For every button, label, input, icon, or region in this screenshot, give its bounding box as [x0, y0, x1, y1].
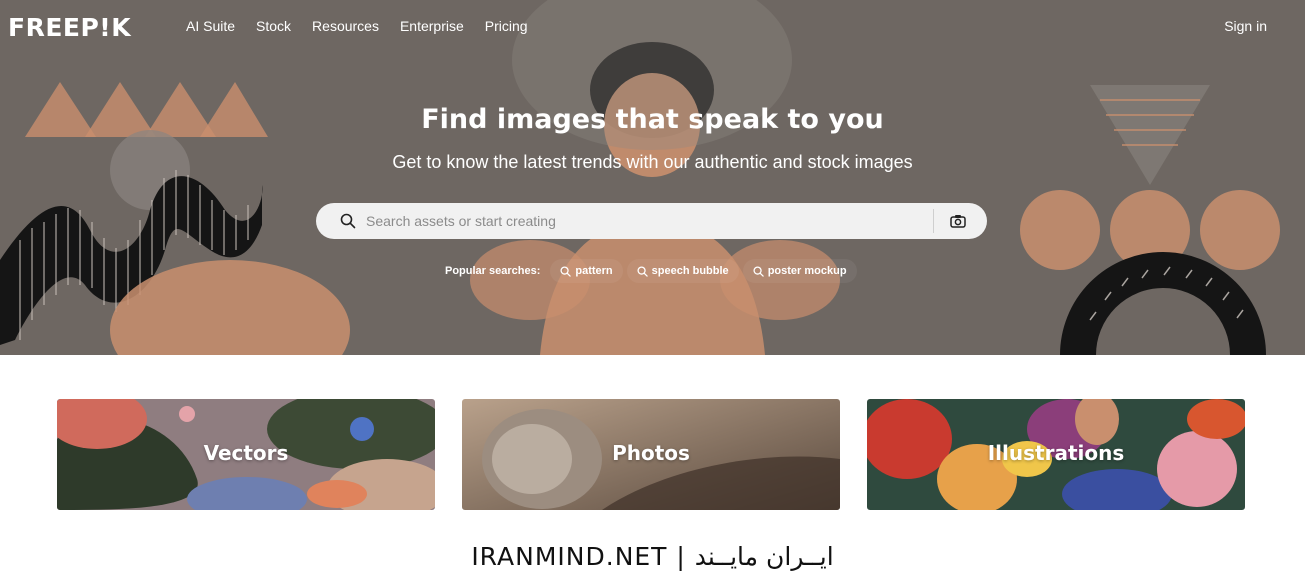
- camera-icon[interactable]: [949, 212, 967, 230]
- hero-section: FREEP!K AI Suite Stock Resources Enterpr…: [0, 0, 1305, 355]
- category-card-illustrations[interactable]: Illustrations: [867, 399, 1245, 510]
- search-input[interactable]: [366, 209, 926, 233]
- search-icon: [560, 265, 572, 277]
- search-icon: [340, 213, 356, 229]
- nav-links: AI Suite Stock Resources Enterprise Pric…: [186, 18, 528, 34]
- watermark-text: IRANMIND.NET | ایــران مایــند: [471, 542, 834, 571]
- category-card-vectors[interactable]: Vectors: [57, 399, 435, 510]
- nav-item-pricing[interactable]: Pricing: [485, 18, 528, 34]
- search-icon: [637, 265, 648, 277]
- nav-item-enterprise[interactable]: Enterprise: [400, 18, 464, 34]
- nav-item-stock[interactable]: Stock: [256, 18, 291, 34]
- freepik-logo[interactable]: FREEP!K: [8, 13, 131, 42]
- category-label: Illustrations: [987, 441, 1125, 465]
- category-card-photos[interactable]: Photos: [462, 399, 840, 510]
- sign-in-link[interactable]: Sign in: [1224, 18, 1267, 34]
- search-icon: [753, 265, 764, 277]
- nav-item-ai-suite[interactable]: AI Suite: [186, 18, 235, 34]
- nav-item-resources[interactable]: Resources: [312, 18, 379, 34]
- category-label: Vectors: [203, 441, 289, 465]
- category-label: Photos: [612, 441, 690, 465]
- chip-label: poster mockup: [767, 265, 847, 277]
- chip-label: pattern: [575, 265, 613, 277]
- popular-search-chip[interactable]: speech bubble: [626, 259, 739, 283]
- popular-search-chip[interactable]: pattern: [550, 259, 623, 283]
- popular-searches: Popular searches: pattern speech bubble …: [445, 259, 861, 283]
- search-bar: [316, 203, 987, 239]
- search-divider: [933, 209, 934, 233]
- chip-label: speech bubble: [651, 265, 729, 277]
- hero-subtitle: Get to know the latest trends with our a…: [392, 152, 913, 172]
- popular-search-chip[interactable]: poster mockup: [742, 259, 857, 283]
- hero-title: Find images that speak to you: [421, 104, 884, 135]
- top-navigation: FREEP!K AI Suite Stock Resources Enterpr…: [0, 0, 1305, 54]
- popular-searches-label: Popular searches:: [445, 265, 541, 277]
